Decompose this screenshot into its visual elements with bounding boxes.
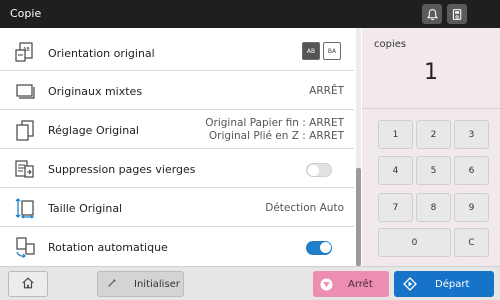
key-9[interactable]: 9 — [454, 193, 489, 222]
setting-label: Rotation automatique — [48, 241, 168, 254]
top-bar: Copie — [0, 0, 500, 28]
orientation-option-ab[interactable]: AB — [302, 42, 320, 60]
skip-blank-toggle[interactable] — [306, 163, 332, 177]
key-3[interactable]: 3 — [454, 120, 489, 149]
key-clear[interactable]: C — [454, 228, 489, 257]
pages-icon — [14, 119, 36, 141]
start-icon — [403, 277, 417, 291]
setting-value: ARRÊT — [309, 85, 344, 97]
key-6[interactable]: 6 — [454, 156, 489, 185]
list-scrollbar[interactable] — [356, 28, 361, 266]
setting-auto-rotate[interactable]: Rotation automatique — [0, 228, 354, 266]
key-8[interactable]: 8 — [416, 193, 451, 222]
original-size-icon — [14, 197, 36, 219]
setting-original-adjust[interactable]: Réglage Original Original Papier fin : A… — [0, 111, 354, 149]
key-0[interactable]: 0 — [378, 228, 451, 257]
key-4[interactable]: 4 — [378, 156, 413, 185]
bell-icon[interactable] — [422, 4, 442, 24]
scrollbar-thumb[interactable] — [356, 168, 361, 266]
toggle-knob — [320, 242, 331, 253]
setting-orientation-original[interactable]: AB Orientation original AB BA — [0, 33, 354, 71]
home-button[interactable] — [8, 271, 48, 297]
key-2[interactable]: 2 — [416, 120, 451, 149]
home-icon — [21, 276, 35, 293]
stop-button[interactable]: Arrêt — [313, 271, 389, 297]
setting-skip-blank-pages[interactable]: Suppression pages vierges — [0, 150, 354, 188]
stop-icon — [320, 277, 334, 291]
setting-label: Réglage Original — [48, 124, 139, 137]
auto-rotate-icon — [14, 236, 36, 258]
bottom-bar: Initialiser Arrêt Départ — [0, 266, 500, 300]
reset-button[interactable]: Initialiser — [97, 271, 184, 297]
setting-value-line2: Original Plié en Z : ARRET — [208, 130, 344, 142]
skip-blank-pages-icon — [14, 158, 36, 180]
stacked-pages-icon — [14, 80, 36, 102]
panel-divider — [362, 108, 500, 109]
setting-label: Taille Original — [48, 202, 123, 215]
toggle-knob — [308, 165, 319, 176]
reset-pencil-icon — [106, 277, 120, 291]
key-5[interactable]: 5 — [416, 156, 451, 185]
settings-list: AB Orientation original AB BA Originaux … — [0, 28, 362, 266]
orientation-option-ba[interactable]: BA — [323, 42, 341, 60]
device-status-icon[interactable] — [447, 4, 467, 24]
key-7[interactable]: 7 — [378, 193, 413, 222]
start-label: Départ — [435, 278, 470, 290]
auto-rotate-toggle[interactable] — [306, 241, 332, 255]
orientation-icon: AB — [14, 41, 36, 63]
setting-label: Suppression pages vierges — [48, 163, 196, 176]
setting-original-size[interactable]: Taille Original Détection Auto — [0, 189, 354, 227]
copies-panel: copies 1 1 2 3 4 5 6 7 8 9 0 C — [362, 28, 500, 266]
copies-count: 1 — [424, 60, 438, 85]
setting-value-line1: Original Papier fin : ARRET — [205, 117, 344, 129]
copies-label: copies — [374, 39, 407, 50]
setting-label: Originaux mixtes — [48, 85, 143, 98]
app-title: Copie — [10, 7, 42, 20]
setting-value: Détection Auto — [265, 202, 344, 214]
setting-label: Orientation original — [48, 47, 155, 60]
stop-label: Arrêt — [348, 278, 373, 290]
key-1[interactable]: 1 — [378, 120, 413, 149]
reset-label: Initialiser — [134, 278, 180, 290]
setting-mixed-originals[interactable]: Originaux mixtes ARRÊT — [0, 72, 354, 110]
start-button[interactable]: Départ — [394, 271, 494, 297]
